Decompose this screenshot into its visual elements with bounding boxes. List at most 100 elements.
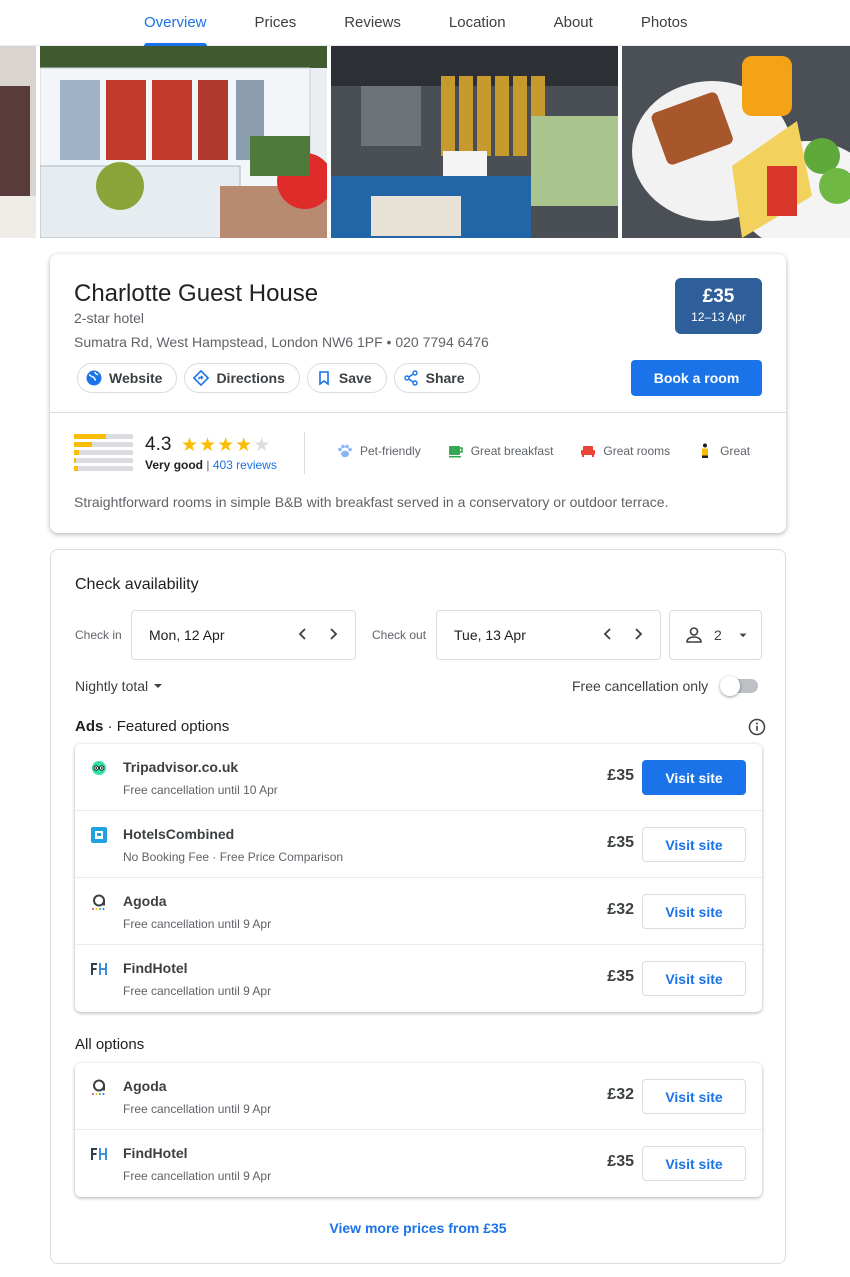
provider-note: Free cancellation until 10 Apr bbox=[123, 783, 278, 797]
vertical-divider bbox=[304, 432, 305, 474]
star-icon: ★ bbox=[235, 435, 254, 456]
visit-site-button[interactable]: Visit site bbox=[642, 827, 746, 862]
chevron-right-icon[interactable] bbox=[325, 626, 341, 642]
provider-price: £32 bbox=[607, 1086, 634, 1103]
chevron-right-icon[interactable] bbox=[630, 626, 646, 642]
bookmark-icon bbox=[319, 371, 329, 386]
visit-site-button[interactable]: Visit site bbox=[642, 1146, 746, 1181]
pricing-mode-dropdown[interactable]: Nightly total bbox=[75, 678, 164, 694]
chevron-left-icon[interactable] bbox=[600, 626, 616, 642]
rating-bar bbox=[74, 466, 133, 471]
tab-reviews[interactable]: Reviews bbox=[320, 0, 425, 46]
globe-icon bbox=[86, 370, 102, 386]
view-more-prices-link[interactable]: View more prices from £35 bbox=[51, 1220, 785, 1236]
star-icon: ★ bbox=[217, 435, 236, 456]
hotel-summary: Straightforward rooms in simple B&B with… bbox=[74, 494, 669, 510]
findhotel-logo-icon bbox=[91, 1148, 107, 1160]
hotel-phone[interactable]: 020 7794 6476 bbox=[395, 334, 488, 350]
price-badge-dates: 12–13 Apr bbox=[691, 310, 746, 324]
rating-bar-fill bbox=[74, 458, 77, 463]
hotel-address-line: Sumatra Rd, West Hampstead, London NW6 1… bbox=[74, 334, 489, 350]
tab-location[interactable]: Location bbox=[425, 0, 530, 46]
list-item[interactable]: FindHotel Free cancellation until 9 Apr … bbox=[75, 945, 762, 1012]
visit-site-button[interactable]: Visit site bbox=[642, 1079, 746, 1114]
star-empty-icon: ★ bbox=[253, 435, 272, 456]
amenity-great-breakfast[interactable]: Great breakfast bbox=[447, 442, 554, 460]
amenity-great-service[interactable]: Great bbox=[696, 442, 750, 460]
website-button[interactable]: Website bbox=[77, 363, 178, 393]
rating-bar-fill bbox=[74, 442, 92, 447]
share-button[interactable]: Share bbox=[393, 363, 480, 393]
photo-breakfast[interactable] bbox=[622, 46, 850, 238]
photo-conservatory[interactable] bbox=[40, 46, 327, 238]
visit-site-button[interactable]: Visit site bbox=[642, 760, 746, 795]
action-chips: Website Directions Save Share bbox=[77, 363, 480, 393]
tab-overview[interactable]: Overview bbox=[120, 0, 231, 46]
visit-site-button[interactable]: Visit site bbox=[642, 894, 746, 929]
price-badge[interactable]: £35 12–13 Apr bbox=[675, 278, 762, 334]
section-tabs: Overview Prices Reviews Location About P… bbox=[0, 0, 850, 46]
tab-prices[interactable]: Prices bbox=[231, 0, 321, 46]
person-icon bbox=[686, 627, 702, 643]
checkout-field[interactable]: Tue, 13 Apr bbox=[436, 610, 661, 660]
amenity-label: Great breakfast bbox=[470, 444, 554, 458]
info-icon[interactable] bbox=[748, 718, 766, 736]
list-item[interactable]: Agoda Free cancellation until 9 Apr £32 … bbox=[75, 878, 762, 945]
rating-bar-fill bbox=[74, 466, 78, 471]
hotel-card: Charlotte Guest House 2-star hotel Sumat… bbox=[50, 254, 786, 533]
photo-room[interactable] bbox=[0, 46, 36, 238]
save-button[interactable]: Save bbox=[306, 363, 387, 393]
rating-bar bbox=[74, 434, 133, 439]
all-options-heading: All options bbox=[75, 1036, 145, 1053]
coffee-icon bbox=[448, 446, 463, 458]
directions-label: Directions bbox=[216, 370, 285, 386]
tab-about[interactable]: About bbox=[530, 0, 617, 46]
rating-distribution[interactable] bbox=[74, 434, 133, 474]
amenity-label: Great bbox=[720, 444, 751, 458]
rating-bar bbox=[74, 450, 133, 455]
checkin-value: Mon, 12 Apr bbox=[149, 627, 225, 643]
amenity-great-rooms[interactable]: Great rooms bbox=[579, 442, 670, 460]
reviews-link[interactable]: 403 reviews bbox=[213, 458, 277, 472]
provider-name: FindHotel bbox=[123, 960, 188, 976]
chevron-left-icon[interactable] bbox=[295, 626, 311, 642]
checkin-arrows bbox=[295, 626, 341, 642]
findhotel-logo-icon bbox=[91, 963, 107, 975]
rating-score: 4.3 bbox=[145, 434, 172, 455]
checkout-value: Tue, 13 Apr bbox=[454, 627, 526, 643]
rating-bar-fill bbox=[74, 434, 107, 439]
provider-name: Agoda bbox=[123, 893, 167, 909]
guests-selector[interactable]: 2 bbox=[669, 610, 762, 660]
provider-note: Free cancellation until 9 Apr bbox=[123, 984, 272, 998]
visit-site-button[interactable]: Visit site bbox=[642, 961, 746, 996]
rating-bar bbox=[74, 442, 133, 447]
list-item[interactable]: Agoda Free cancellation until 9 Apr £32 … bbox=[75, 1063, 762, 1130]
directions-button[interactable]: Directions bbox=[184, 363, 300, 393]
rating-label: Very good bbox=[145, 458, 204, 472]
list-item[interactable]: HotelsCombined No Booking Fee · Free Pri… bbox=[75, 811, 762, 878]
provider-note: Free cancellation until 9 Apr bbox=[123, 1169, 272, 1183]
provider-price: £32 bbox=[607, 901, 634, 918]
book-room-button[interactable]: Book a room bbox=[631, 360, 762, 396]
photo-market-stall[interactable] bbox=[331, 46, 618, 238]
provider-note: No Booking Fee · Free Price Comparison bbox=[123, 850, 344, 864]
provider-note: Free cancellation until 9 Apr bbox=[123, 917, 272, 931]
share-label: Share bbox=[425, 370, 465, 386]
rating-bar bbox=[74, 458, 133, 463]
amenity-label: Pet-friendly bbox=[360, 444, 421, 458]
hotel-address: Sumatra Rd, West Hampstead, London NW6 1… bbox=[74, 334, 383, 350]
provider-name: HotelsCombined bbox=[123, 826, 235, 842]
free-cancel-toggle[interactable] bbox=[720, 676, 758, 696]
tab-photos[interactable]: Photos bbox=[617, 0, 712, 46]
checkin-field[interactable]: Mon, 12 Apr bbox=[131, 610, 356, 660]
featured-options-heading: Ads · Featured options bbox=[75, 718, 229, 735]
tripadvisor-logo-icon bbox=[92, 761, 106, 775]
list-item[interactable]: Tripadvisor.co.uk Free cancellation unti… bbox=[75, 744, 762, 811]
price-badge-price: £35 bbox=[702, 286, 735, 307]
all-options-list: Agoda Free cancellation until 9 Apr £32 … bbox=[75, 1063, 762, 1197]
amenity-pet-friendly[interactable]: Pet-friendly bbox=[336, 442, 421, 460]
provider-price: £35 bbox=[607, 767, 634, 784]
list-item[interactable]: FindHotel Free cancellation until 9 Apr … bbox=[75, 1130, 762, 1197]
paw-icon bbox=[338, 444, 352, 458]
hotel-name: Charlotte Guest House bbox=[74, 280, 319, 307]
